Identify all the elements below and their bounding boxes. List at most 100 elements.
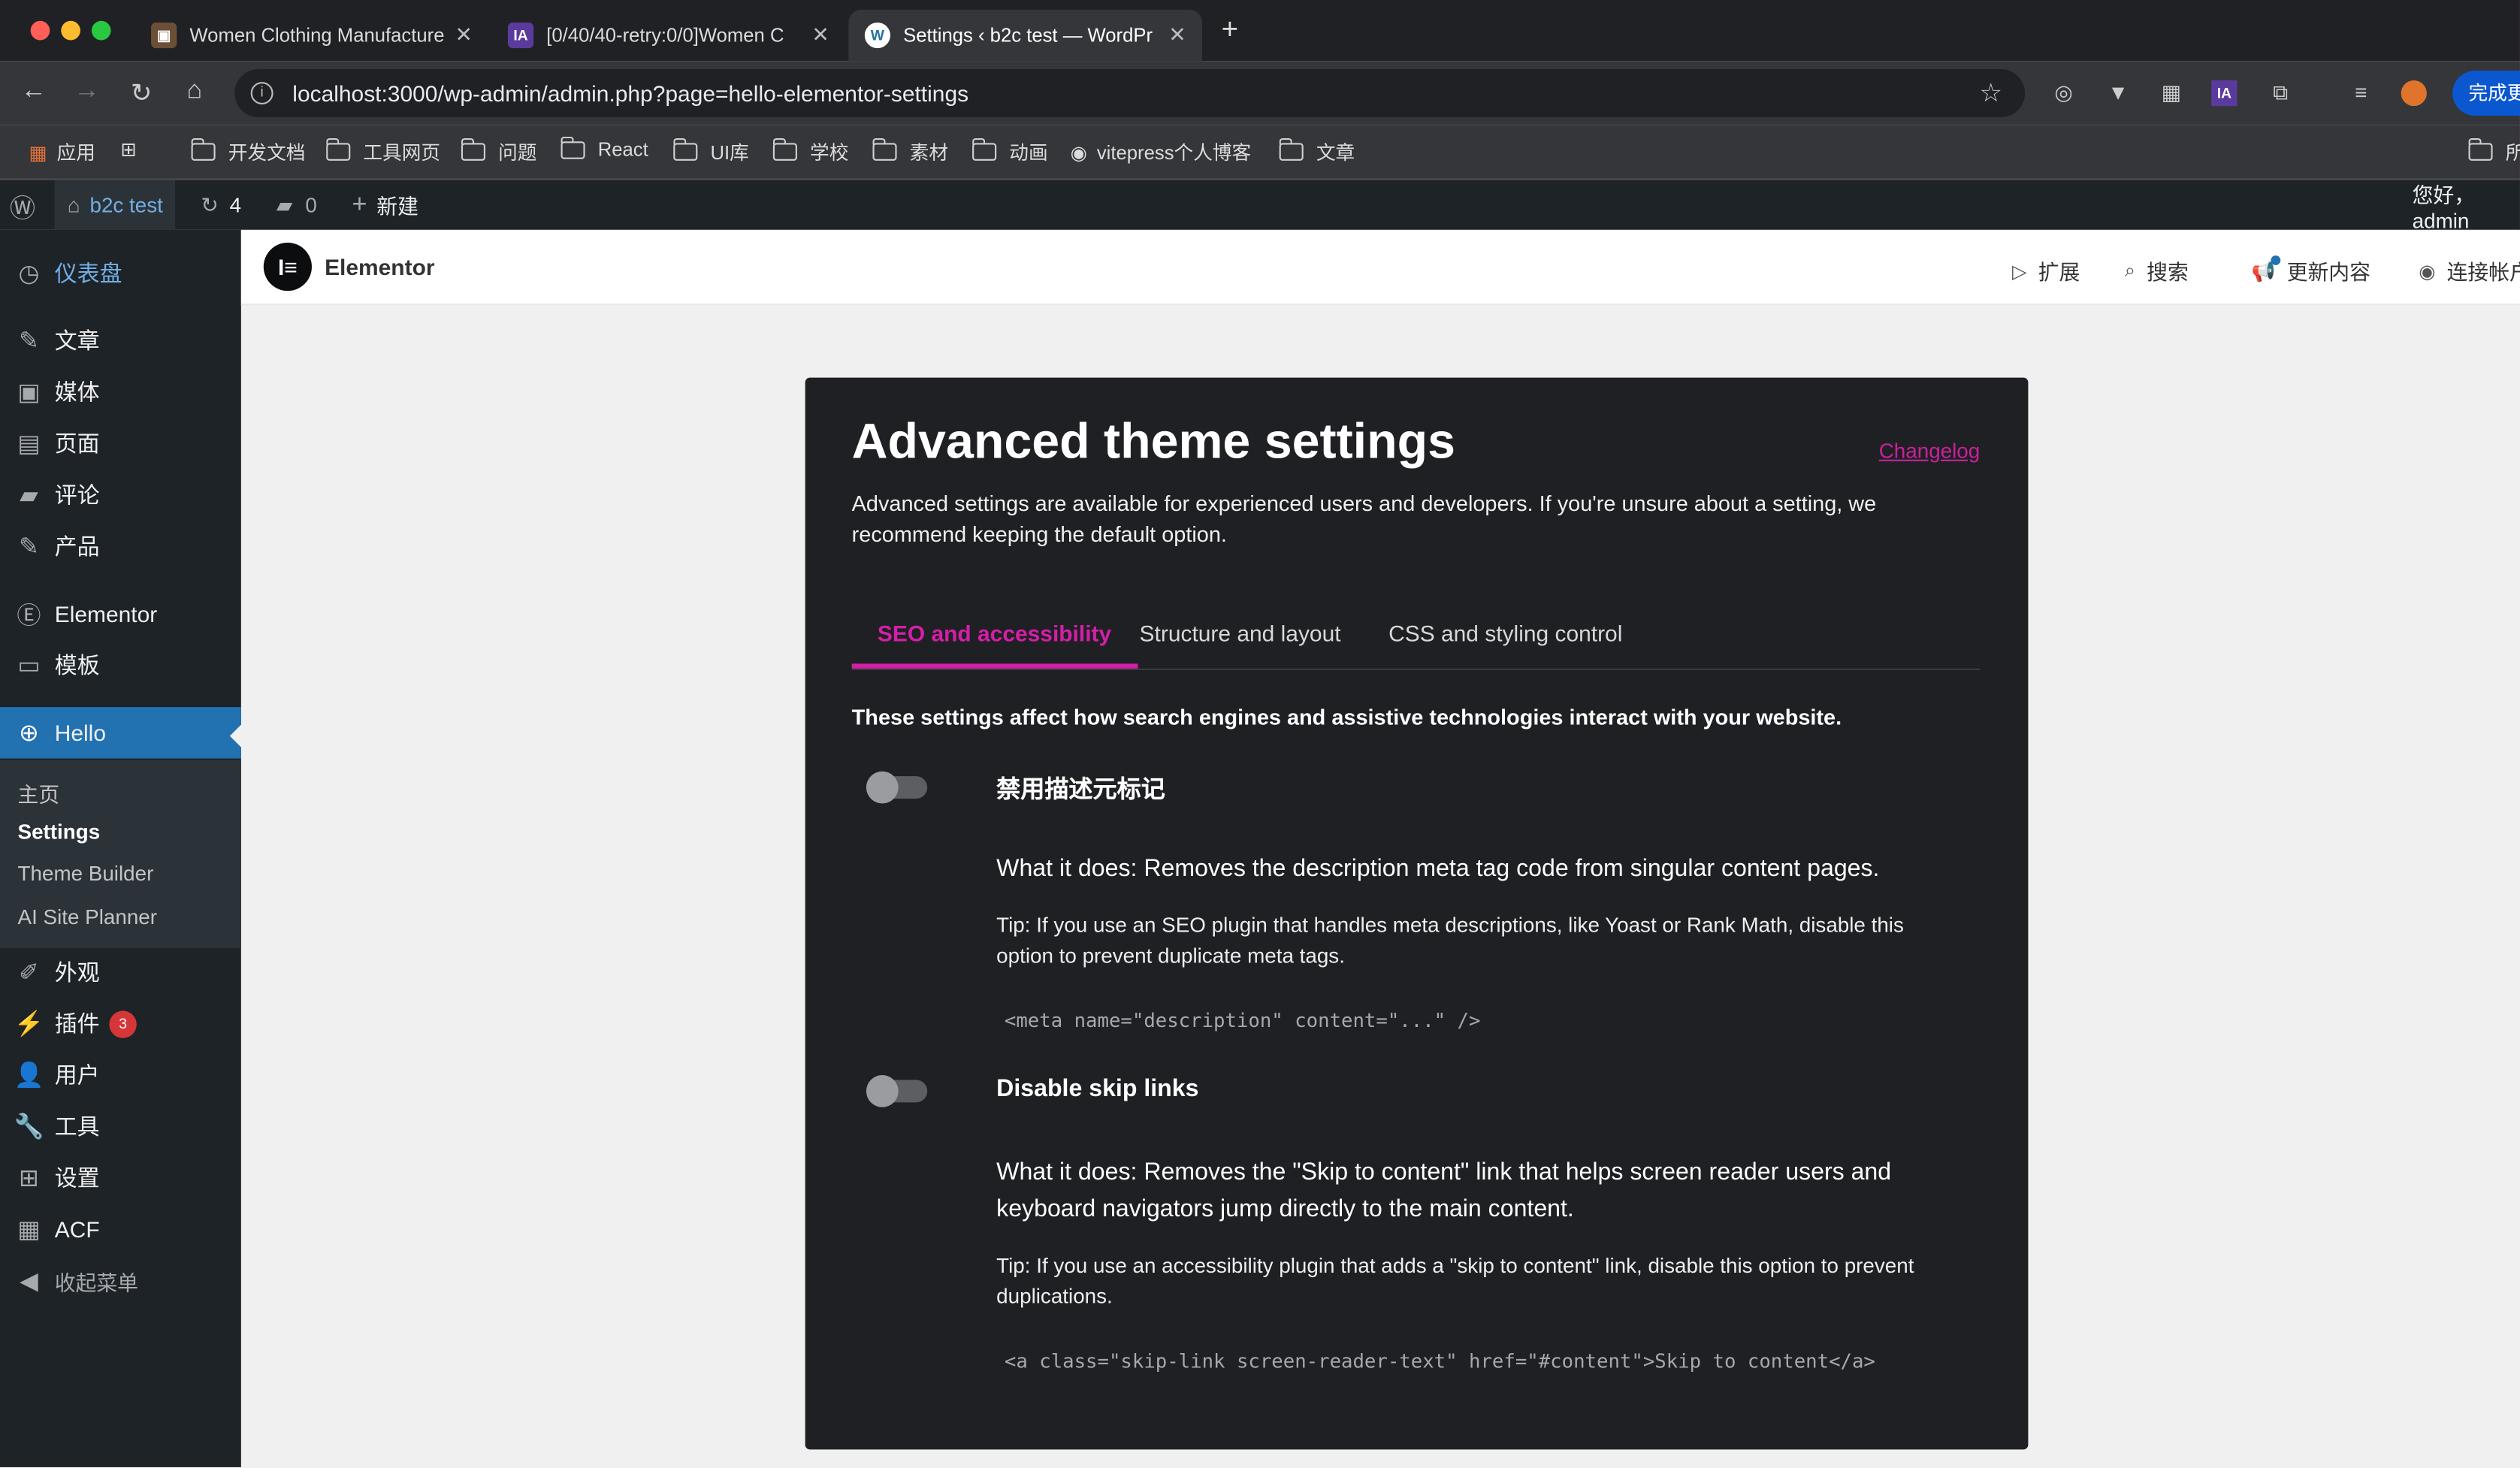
settings-panel: Advanced theme settings Changelog Advanc…	[805, 377, 2029, 1450]
updates-link[interactable]: ↻ 4	[201, 180, 241, 230]
bookmark-folder[interactable]: 动画	[971, 137, 1048, 165]
connect-account-link[interactable]: ◉连接帐户	[2419, 255, 2520, 286]
minimize-window-button[interactable]	[61, 20, 80, 41]
site-name-link[interactable]: ⌂ b2c test	[54, 180, 176, 230]
plugin-update-badge: 3	[109, 1010, 137, 1038]
submenu-theme-builder[interactable]: Theme Builder	[18, 862, 154, 886]
comments-link[interactable]: ▰ 0	[276, 180, 317, 230]
option-tip: Tip: If you use an accessibility plugin …	[996, 1253, 1914, 1309]
bookmark-folder[interactable]: 素材	[872, 137, 948, 165]
folder-icon	[325, 137, 351, 161]
comment-icon: ▰	[276, 192, 293, 216]
wrench-icon: 🔧	[14, 1113, 44, 1141]
whats-new-link[interactable]: 📢 更新内容	[2252, 255, 2370, 286]
bookmark-apps[interactable]: ▦ 应用	[29, 138, 95, 165]
tab-groups-icon[interactable]: ⊞	[120, 138, 137, 161]
menu-settings[interactable]: ⊞ 设置	[0, 1152, 241, 1204]
menu-media[interactable]: ▣ 媒体	[0, 367, 241, 418]
bookmark-folder[interactable]: 开发文档	[190, 137, 305, 165]
site-info-icon[interactable]: i	[250, 82, 273, 105]
account-greeting[interactable]: 您好，admin	[2413, 180, 2520, 232]
bookmark-folder[interactable]: 问题	[460, 137, 536, 165]
close-tab-icon[interactable]: ✕	[455, 23, 473, 48]
user-circle-icon: ◉	[2419, 259, 2436, 282]
ia-extension-icon[interactable]: IA	[2211, 80, 2237, 107]
new-content-link[interactable]: + 新建	[352, 180, 418, 230]
browser-tab[interactable]: IA [0/40/40-retry:0/0]Women C ✕	[492, 10, 846, 61]
menu-comments[interactable]: ▰ 评论	[0, 470, 241, 521]
puzzle-extensions-icon[interactable]: ⧉	[2268, 80, 2293, 106]
globe-icon: ◉	[1070, 140, 1087, 164]
bookmark-star-icon[interactable]: ☆	[1980, 77, 2003, 110]
submenu-settings[interactable]: Settings	[18, 820, 101, 844]
settings-icon: ⊞	[19, 1164, 39, 1193]
bookmark-folder[interactable]: UI库	[672, 137, 749, 165]
folder-icon	[971, 137, 997, 161]
tab-structure-layout[interactable]: Structure and layout	[1140, 621, 1341, 663]
disable-meta-description-toggle[interactable]	[866, 771, 928, 804]
menu-products[interactable]: ✎ 产品	[0, 521, 241, 572]
forward-arrow-icon[interactable]: →	[71, 77, 103, 107]
close-tab-icon[interactable]: ✕	[811, 23, 829, 48]
back-arrow-icon[interactable]: ←	[18, 77, 50, 107]
menu-dashboard[interactable]: ◷ 仪表盘	[0, 247, 241, 298]
reload-icon[interactable]: ↻	[125, 77, 158, 110]
dashboard-icon: ◷	[18, 260, 40, 288]
ia-favicon-icon: IA	[507, 22, 534, 49]
close-window-button[interactable]	[30, 20, 50, 41]
url-text[interactable]: localhost:3000/wp-admin/admin.php?page=h…	[292, 80, 968, 106]
home-icon[interactable]: ⌂	[178, 77, 210, 107]
menu-posts[interactable]: ✎ 文章	[0, 315, 241, 366]
disable-skip-links-toggle[interactable]	[866, 1074, 928, 1107]
tab-seo-accessibility[interactable]: SEO and accessibility	[851, 621, 1138, 669]
reading-list-icon[interactable]: ≡	[2348, 80, 2373, 106]
tab-css-styling[interactable]: CSS and styling control	[1388, 621, 1622, 663]
browser-tab-active[interactable]: W Settings ‹ b2c test — WordPr ✕	[848, 9, 1202, 62]
maximize-window-button[interactable]	[91, 20, 111, 41]
updates-icon: ↻	[201, 192, 219, 216]
wordpress-logo-icon[interactable]: Ⓦ	[10, 180, 42, 230]
vue-devtools-icon[interactable]: ▼	[2105, 80, 2131, 106]
search-icon: ⌕	[2124, 258, 2136, 282]
menu-templates[interactable]: ▭ 模板	[0, 639, 241, 690]
plus-icon: +	[352, 190, 367, 218]
bookmark-link[interactable]: ◉ vitepress个人博客	[1071, 138, 1252, 165]
menu-pages[interactable]: ▤ 页面	[0, 418, 241, 469]
finish-update-button[interactable]: 完成更	[2452, 71, 2520, 116]
profile-avatar-icon[interactable]	[2401, 80, 2427, 107]
address-bar[interactable]: i localhost:3000/wp-admin/admin.php?page…	[234, 68, 2026, 118]
wp-admin-bar: Ⓦ ⌂ b2c test ↻ 4 ▰ 0 + 新建 您好，admin	[0, 180, 2520, 232]
menu-tools[interactable]: 🔧 工具	[0, 1101, 241, 1152]
bookmark-folder[interactable]: 文章	[1278, 137, 1355, 165]
changelog-link[interactable]: Changelog	[1879, 439, 1981, 463]
elementor-icon: Ⓔ	[17, 602, 41, 630]
bookmark-folder-all[interactable]: 所	[2467, 137, 2520, 165]
menu-users[interactable]: 👤 用户	[0, 1050, 241, 1101]
extensions-link[interactable]: ▷ 扩展	[2012, 255, 2080, 286]
option-title: 禁用描述元标记	[996, 776, 1165, 804]
menu-plugins[interactable]: ⚡ 插件 3	[0, 998, 241, 1049]
user-icon: 👤	[14, 1062, 44, 1090]
close-tab-icon[interactable]: ✕	[1168, 23, 1186, 48]
grid-icon: ▦	[17, 1216, 41, 1244]
submenu-ai-site-planner[interactable]: AI Site Planner	[18, 905, 157, 929]
bookmarks-bar: ▦ 应用 ⊞ 开发文档 工具网页 问题 React UI库 学校 素材 动画 ◉…	[0, 125, 2520, 180]
menu-appearance[interactable]: ✐ 外观	[0, 947, 241, 998]
submenu-home[interactable]: 主页	[18, 778, 60, 808]
plugin-icon: ⚡	[14, 1010, 44, 1038]
folder-icon	[772, 137, 797, 161]
search-link[interactable]: ⌕ 搜索	[2125, 255, 2189, 286]
elementor-topbar: I≡ Elementor ▷扩展 ⌕搜索 📢更新内容 ◉连接帐户	[240, 229, 2520, 306]
menu-collapse[interactable]: ◀ 收起菜单	[0, 1255, 241, 1306]
menu-elementor[interactable]: Ⓔ Elementor	[0, 588, 241, 639]
menu-acf[interactable]: ▦ ACF	[0, 1204, 241, 1255]
bookmark-folder[interactable]: 工具网页	[325, 137, 440, 165]
comment-icon: ▰	[20, 482, 38, 510]
browser-tab[interactable]: ▣ Women Clothing Manufacture ✕	[135, 10, 489, 61]
menu-hello[interactable]: ⊕ Hello	[0, 707, 241, 759]
bookmark-folder[interactable]: React	[560, 135, 648, 161]
new-tab-button[interactable]: +	[1222, 13, 1238, 47]
qr-code-icon[interactable]: ▦	[2159, 80, 2184, 106]
extension-icon[interactable]: ◎	[2050, 80, 2076, 106]
bookmark-folder[interactable]: 学校	[772, 137, 848, 165]
